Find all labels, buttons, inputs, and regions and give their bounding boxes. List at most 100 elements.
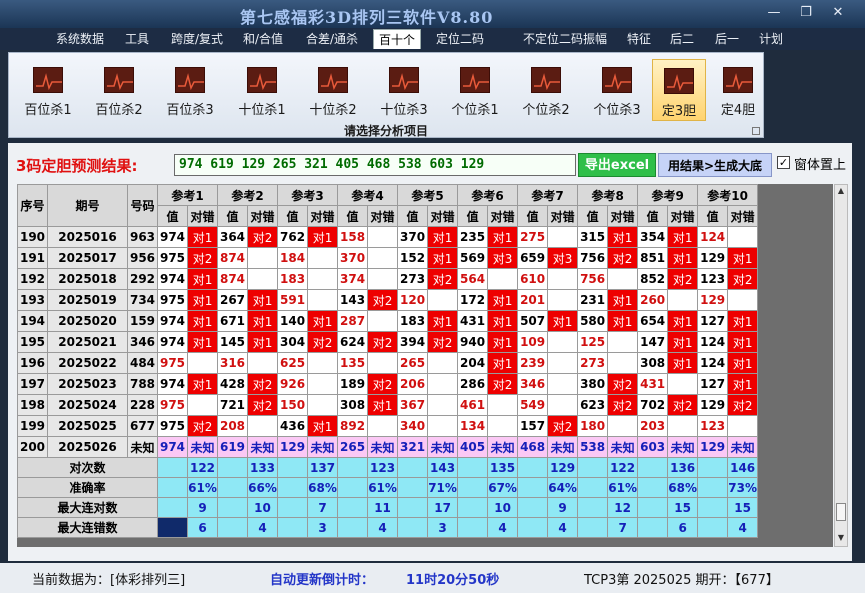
menu-item-3[interactable]: 跨度/复式 — [167, 29, 227, 49]
forecast-value: 405 — [457, 436, 489, 458]
menu-item-7[interactable]: 定位二码 — [433, 29, 487, 49]
table-row[interactable]: 198 2025024 228 975 721 对2 150 308 对1 367 461 549 62… — [17, 394, 759, 416]
ref-judge — [547, 373, 579, 395]
forecast-value: 538 — [577, 436, 609, 458]
stats-spacer — [637, 497, 669, 518]
ref-value: 145 — [217, 331, 249, 353]
ribbon-button-11[interactable]: 定4胆 — [711, 59, 765, 121]
table-row[interactable]: 193 2025019 734 975 对1 267 对1 591 143 对2 120 172 对1 2… — [17, 289, 759, 311]
ribbon-button-10[interactable]: 定3胆 — [652, 59, 706, 121]
menu-item-6[interactable]: 百十个 — [373, 29, 421, 49]
stats-spacer — [457, 457, 489, 478]
table-row[interactable]: 194 2025020 159 974 对1 671 对1 140 对1 287 183 对1 431 对… — [17, 310, 759, 332]
menu-item-10[interactable]: 特征 — [625, 29, 653, 49]
stats-spacer — [217, 477, 249, 498]
scroll-up-icon[interactable]: ▲ — [836, 186, 846, 198]
ref-judge: 对1 — [307, 310, 339, 332]
stats-value: 10 — [487, 497, 519, 518]
stats-value: 4 — [547, 517, 579, 538]
ref-value: 231 — [577, 289, 609, 311]
ribbon-button-5[interactable]: 十位杀2 — [302, 59, 364, 121]
ref-value: 374 — [337, 268, 369, 290]
result-field[interactable]: 974 619 129 265 321 405 468 538 603 129 — [174, 154, 576, 176]
ref-judge — [547, 226, 579, 248]
ref-judge — [667, 373, 699, 395]
table-row[interactable]: 191 2025017 956 975 对2 874 184 370 152 对1 569 对3 659… — [17, 247, 759, 269]
maximize-button[interactable]: ❐ — [794, 4, 818, 22]
stats-value: 3 — [307, 517, 339, 538]
table-row[interactable]: 197 2025023 788 974 对1 428 对2 926 189 对2 206 286 对2 3… — [17, 373, 759, 395]
ref-value: 370 — [397, 226, 429, 248]
ref-judge: 对1 — [427, 310, 459, 332]
menu-item-9[interactable]: 振幅 — [581, 29, 609, 49]
menu-item-13[interactable]: 计划 — [757, 29, 785, 49]
minimize-button[interactable]: — — [762, 4, 786, 22]
ref-judge — [247, 268, 279, 290]
table-row[interactable]: 199 2025025 677 975 对2 208 436 对1 892 340 134 157 对2… — [17, 415, 759, 437]
stats-value: 68% — [307, 477, 339, 498]
generate-base-button[interactable]: 用结果>生成大底 — [658, 153, 772, 177]
ref-judge — [367, 268, 399, 290]
table-row[interactable]: 192 2025018 292 974 对1 874 183 374 273 对2 564 610 75… — [17, 268, 759, 290]
menu-item-1[interactable]: 系统数据 — [55, 29, 105, 49]
close-button[interactable]: ✕ — [826, 4, 850, 22]
ref-value: 239 — [517, 352, 549, 374]
table-row[interactable]: 195 2025021 346 974 对1 145 对1 304 对2 624 对2 394 对2 94… — [17, 331, 759, 353]
ref-value: 286 — [457, 373, 489, 395]
stats-value: 136 — [667, 457, 699, 478]
scroll-thumb[interactable] — [836, 503, 846, 521]
ribbon-button-1[interactable]: 百位杀1 — [17, 59, 79, 121]
topmost-checkbox[interactable]: ✓ — [777, 156, 790, 169]
forecast-row[interactable]: 200 2025026 未知 974 未知 619 未知 129 未知 265 未知 321 未知 405… — [17, 436, 759, 458]
stats-value: 9 — [547, 497, 579, 518]
forecast-value: 619 — [217, 436, 249, 458]
menu-item-8[interactable]: 不定位二码 — [522, 29, 584, 49]
scroll-down-icon[interactable]: ▼ — [836, 533, 846, 545]
row-period: 2025019 — [47, 289, 128, 311]
menu-item-4[interactable]: 和/合值 — [240, 29, 286, 49]
ref-value: 183 — [397, 310, 429, 332]
menu-item-5[interactable]: 合差/通杀 — [303, 29, 361, 49]
ref-judge — [607, 415, 639, 437]
forecast-judge: 未知 — [667, 436, 699, 458]
ribbon-button-9[interactable]: 个位杀3 — [586, 59, 648, 121]
ribbon-button-8[interactable]: 个位杀2 — [515, 59, 577, 121]
menu-item-2[interactable]: 工具 — [122, 29, 152, 49]
ref-value: 287 — [337, 310, 369, 332]
ref-judge: 对1 — [667, 310, 699, 332]
result-label: 3码定胆预测结果: — [16, 157, 138, 175]
ribbon-button-7[interactable]: 个位杀1 — [444, 59, 506, 121]
ribbon-button-label: 十位杀3 — [380, 103, 428, 118]
stats-spacer — [517, 457, 549, 478]
table-row[interactable]: 196 2025022 484 975 316 625 135 265 204 对1 239 273 3… — [17, 352, 759, 374]
ref-value: 109 — [517, 331, 549, 353]
stats-spacer — [157, 457, 188, 478]
export-excel-button[interactable]: 导出excel — [578, 153, 656, 177]
ref-value: 926 — [277, 373, 309, 395]
ribbon-expand-icon[interactable] — [752, 127, 760, 135]
table-row[interactable]: 190 2025016 963 974 对1 364 对2 762 对1 158 370 对1 235 对… — [17, 226, 759, 248]
ribbon-button-3[interactable]: 百位杀3 — [159, 59, 221, 121]
menu-item-12[interactable]: 后一 — [713, 29, 741, 49]
stats-spacer — [217, 517, 249, 538]
ref-value: 135 — [337, 352, 369, 374]
ref-value: 316 — [217, 352, 249, 374]
menu-item-11[interactable]: 后二 — [668, 29, 696, 49]
ref-value: 975 — [157, 415, 188, 437]
ref-value: 364 — [217, 226, 249, 248]
forecast-value: 603 — [637, 436, 669, 458]
ribbon-button-6[interactable]: 十位杀3 — [373, 59, 435, 121]
ref-judge — [607, 268, 639, 290]
ref-judge: 对2 — [547, 415, 579, 437]
ribbon-button-4[interactable]: 十位杀1 — [231, 59, 293, 121]
ribbon-button-2[interactable]: 百位杀2 — [88, 59, 150, 121]
ref-value: 184 — [277, 247, 309, 269]
vertical-scrollbar[interactable]: ▲ ▼ — [834, 184, 848, 547]
ref-judge: 对1 — [487, 352, 519, 374]
header-judge: 对错 — [727, 205, 759, 227]
ref-judge — [247, 247, 279, 269]
stats-value: 17 — [427, 497, 459, 518]
ref-judge: 对1 — [727, 373, 759, 395]
header-period: 期号 — [47, 184, 128, 227]
header-value: 值 — [277, 205, 309, 227]
